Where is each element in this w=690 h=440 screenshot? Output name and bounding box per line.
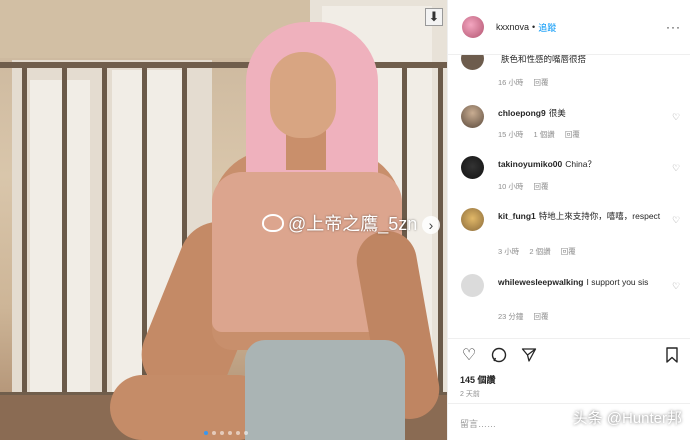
- comment-text: whilewesleepwalking I support you sis: [498, 277, 649, 287]
- comment-username[interactable]: kit_fung1: [498, 211, 536, 221]
- weibo-watermark: @上帝之鷹_5zn: [262, 210, 417, 236]
- share-icon[interactable]: [520, 347, 538, 365]
- comments-list: 肤色和性感的嘴唇很搭 16 小時 回覆 chloepong9 很美 15 小時 1…: [448, 55, 690, 338]
- comment-meta: 16 小時 回覆: [498, 77, 557, 88]
- post-photo: @上帝之鷹_5zn ⬇ ›: [0, 0, 447, 440]
- weibo-icon: [262, 214, 284, 232]
- avatar[interactable]: [461, 208, 484, 231]
- post-side-panel: kxxnova • 追蹤 ··· 肤色和性感的嘴唇很搭 16 小時 回覆 chl…: [447, 0, 690, 440]
- next-slide-button[interactable]: ›: [422, 216, 440, 234]
- heart-icon[interactable]: ♡: [460, 347, 478, 365]
- follow-button[interactable]: 追蹤: [538, 21, 556, 34]
- action-icons: ♡: [460, 347, 538, 365]
- comment-meta: 10 小時 回覆: [498, 181, 557, 192]
- like-comment-icon[interactable]: ♡: [672, 164, 681, 173]
- comment-username[interactable]: takinoyumiko00: [498, 159, 562, 169]
- comment-meta: 23 分鐘 回覆: [498, 311, 557, 322]
- carousel-dot: [212, 431, 216, 435]
- comment-text: takinoyumiko00 China？: [498, 159, 596, 169]
- more-options-icon[interactable]: ···: [666, 20, 681, 34]
- comment-likes[interactable]: 1 個讚: [534, 130, 555, 139]
- download-button[interactable]: ⬇: [425, 8, 443, 26]
- comment-icon[interactable]: [490, 347, 508, 365]
- comment-text: kit_fung1 特地上來支持你，嘻嘻，respect: [498, 211, 661, 221]
- reply-button[interactable]: 回覆: [534, 182, 549, 191]
- comment-meta: 15 小時 1 個讚 回覆: [498, 129, 588, 140]
- comment-time[interactable]: 3 小時: [498, 247, 519, 256]
- likes-count[interactable]: 145 個讚: [460, 373, 496, 386]
- comment-username[interactable]: chloepong9: [498, 108, 546, 118]
- like-comment-icon[interactable]: ♡: [672, 282, 681, 291]
- carousel-dot: [236, 431, 240, 435]
- comment-time[interactable]: 10 小時: [498, 182, 523, 191]
- post-time[interactable]: 2 天前: [460, 389, 480, 399]
- reply-button[interactable]: 回覆: [534, 312, 549, 321]
- avatar[interactable]: [461, 105, 484, 128]
- carousel-dot: [220, 431, 224, 435]
- comment-likes[interactable]: 2 個讚: [529, 247, 550, 256]
- separator-dot: •: [532, 22, 536, 32]
- comment-username[interactable]: whilewesleepwalking: [498, 277, 584, 287]
- comment-text: 肤色和性感的嘴唇很搭: [501, 55, 587, 64]
- comment-time[interactable]: 16 小時: [498, 78, 523, 87]
- avatar[interactable]: [462, 16, 484, 38]
- toutiao-watermark: 头条 @Hunter邦: [572, 410, 682, 427]
- comment-input[interactable]: 留言……: [460, 417, 496, 430]
- carousel-indicator: [204, 431, 248, 435]
- bookmark-icon[interactable]: [665, 347, 679, 365]
- watermark-text: @上帝之鷹_5zn: [288, 214, 418, 234]
- reply-button[interactable]: 回覆: [565, 130, 580, 139]
- username-link[interactable]: kxxnova: [496, 22, 529, 32]
- avatar[interactable]: [461, 156, 484, 179]
- comment-time[interactable]: 15 小時: [498, 130, 523, 139]
- carousel-dot: [228, 431, 232, 435]
- post-header: kxxnova • 追蹤 ···: [448, 0, 690, 55]
- reply-button[interactable]: 回覆: [561, 247, 576, 256]
- comment-meta: 3 小時 2 個讚 回覆: [498, 246, 584, 257]
- comment-text: chloepong9 很美: [498, 108, 566, 118]
- like-comment-icon[interactable]: ♡: [672, 113, 681, 122]
- reply-button[interactable]: 回覆: [534, 78, 549, 87]
- carousel-dot: [244, 431, 248, 435]
- comment-time[interactable]: 23 分鐘: [498, 312, 523, 321]
- like-comment-icon[interactable]: ♡: [672, 216, 681, 225]
- carousel-dot: [204, 431, 208, 435]
- avatar[interactable]: [461, 55, 484, 70]
- avatar[interactable]: [461, 274, 484, 297]
